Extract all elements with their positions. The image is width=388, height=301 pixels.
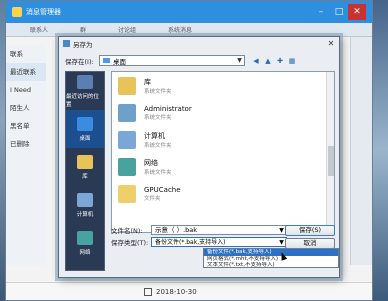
window-title: 消息管理器 — [26, 8, 61, 16]
save-in-label: 保存在(I): — [65, 57, 94, 66]
file-name: Administrator — [144, 104, 192, 113]
save-as-dialog: 另存为 ✕ 保存在(I): 桌面 ▼ ◀ ▲ ✚ ▦ 最近访问的位置 桌面 库 — [58, 36, 340, 278]
file-list-scrollbar[interactable] — [326, 72, 334, 232]
footer-date: 2018-10-30 — [156, 287, 197, 296]
place-computer[interactable]: 计算机 — [66, 186, 104, 224]
recent-places-icon — [77, 74, 93, 89]
file-name: 网络 — [144, 158, 158, 167]
filename-input[interactable]: 示意（ ）.bak ▼ — [151, 225, 287, 235]
save-in-combo[interactable]: 桌面 ▼ — [99, 55, 245, 66]
save-type-label: 保存类型(T): — [111, 239, 149, 247]
desktop-icon — [77, 116, 93, 131]
file-item-administrator[interactable]: Administrator 系统文件夹 — [112, 99, 334, 126]
sidebar-item-recent[interactable]: 最近联系 — [6, 63, 46, 81]
main-toolbar: 联系人 群 讨论组 系统消息 — [6, 23, 372, 37]
filename-label: 文件名(N): — [111, 227, 143, 235]
type-option-txt[interactable]: 文本文件(*.txt,不支持导入) — [204, 262, 338, 269]
place-network[interactable]: 网络 — [66, 224, 104, 262]
cancel-button[interactable]: 取消 — [285, 238, 335, 249]
sidebar-item-i-need[interactable]: I Need — [6, 81, 46, 99]
file-item-gpucache[interactable]: GPUCache 文件夹 — [112, 180, 334, 207]
save-type-row: 保存类型(T): 备份文件(*.bak,支持导入) ▼ — [111, 237, 287, 247]
desktop-folder-icon — [103, 58, 110, 63]
file-type: 文件夹 — [144, 195, 161, 202]
save-type-value: 备份文件(*.bak,支持导入) — [155, 239, 226, 246]
tab-discussions[interactable]: 讨论组 — [118, 25, 136, 34]
main-sidebar: 联系 最近联系 I Need 陌生人 黑名单 已删除 — [6, 45, 46, 265]
main-right-column — [350, 37, 372, 265]
computer-icon — [77, 192, 93, 207]
place-library[interactable]: 库 — [66, 148, 104, 186]
places-bar: 最近访问的位置 桌面 库 计算机 网络 — [65, 71, 105, 271]
place-recent[interactable]: 最近访问的位置 — [66, 72, 104, 110]
main-footer: 2018-10-30 — [6, 282, 372, 300]
save-in-value: 桌面 — [113, 57, 126, 66]
library-icon — [77, 154, 93, 169]
minimize-button[interactable]: – — [312, 4, 330, 20]
library-folder-icon — [118, 76, 136, 95]
up-folder-icon[interactable]: ▲ — [263, 56, 273, 66]
network-icon — [77, 230, 93, 245]
save-type-dropdown: 备份文件(*.bak,支持导入) 网页格式(*.mht,不支持导入) 文本文件(… — [203, 248, 339, 268]
file-item-network[interactable]: 网络 系统文件夹 — [112, 153, 334, 180]
back-icon[interactable]: ◀ — [251, 56, 261, 66]
file-name: 库 — [144, 77, 151, 86]
file-list: 库 系统文件夹 Administrator 系统文件夹 计算机 系统文件夹 网络… — [111, 71, 335, 233]
file-item-computer[interactable]: 计算机 系统文件夹 — [112, 126, 334, 153]
new-folder-icon[interactable]: ✚ — [275, 56, 285, 66]
main-titlebar: 消息管理器 – □ ✕ — [6, 1, 372, 23]
dialog-close-icon[interactable]: ✕ — [323, 38, 339, 49]
close-button[interactable]: ✕ — [348, 4, 366, 20]
save-type-select[interactable]: 备份文件(*.bak,支持导入) ▼ — [151, 237, 287, 247]
tab-groups[interactable]: 群 — [80, 25, 86, 34]
place-desktop[interactable]: 桌面 — [66, 110, 104, 148]
place-label: 计算机 — [76, 211, 94, 218]
sidebar-item-strangers[interactable]: 陌生人 — [6, 99, 46, 117]
sidebar-item-deleted[interactable]: 已删除 — [6, 135, 46, 153]
file-type: 系统文件夹 — [144, 114, 172, 121]
place-label: 网络 — [79, 249, 91, 256]
dialog-title: 另存为 — [73, 40, 93, 49]
filename-row: 文件名(N): 示意（ ）.bak ▼ — [111, 225, 287, 235]
file-type: 系统文件夹 — [144, 169, 172, 176]
dialog-titlebar: 另存为 ✕ — [59, 37, 339, 50]
sidebar-item-contacts[interactable]: 联系 — [6, 45, 46, 63]
app-icon — [12, 7, 22, 17]
file-name: GPUCache — [144, 185, 181, 194]
save-in-row: 保存在(I): 桌面 ▼ ◀ ▲ ✚ ▦ — [65, 55, 299, 66]
network-icon — [118, 157, 136, 176]
chevron-down-icon: ▼ — [237, 57, 242, 64]
place-label: 库 — [82, 173, 88, 180]
tab-contacts[interactable]: 联系人 — [30, 25, 48, 34]
save-button[interactable]: 保存(S) — [285, 225, 335, 236]
place-label: 桌面 — [79, 135, 91, 142]
maximize-button[interactable]: □ — [330, 4, 348, 20]
user-folder-icon — [118, 103, 136, 122]
file-name: 计算机 — [144, 131, 165, 140]
place-label: 最近访问的位置 — [66, 93, 100, 108]
filename-value: 示意（ ）.bak — [155, 226, 198, 234]
sidebar-item-blacklist[interactable]: 黑名单 — [6, 117, 46, 135]
dialog-icon — [63, 40, 70, 47]
tab-system-messages[interactable]: 系统消息 — [168, 25, 192, 34]
calendar-icon[interactable] — [144, 287, 152, 296]
scrollbar-thumb[interactable] — [328, 146, 334, 176]
view-menu-icon[interactable]: ▦ — [287, 56, 297, 66]
file-type: 系统文件夹 — [144, 88, 172, 95]
file-type: 系统文件夹 — [144, 142, 172, 149]
folder-icon — [118, 184, 136, 203]
file-item-library[interactable]: 库 系统文件夹 — [112, 72, 334, 99]
computer-icon — [118, 130, 136, 149]
